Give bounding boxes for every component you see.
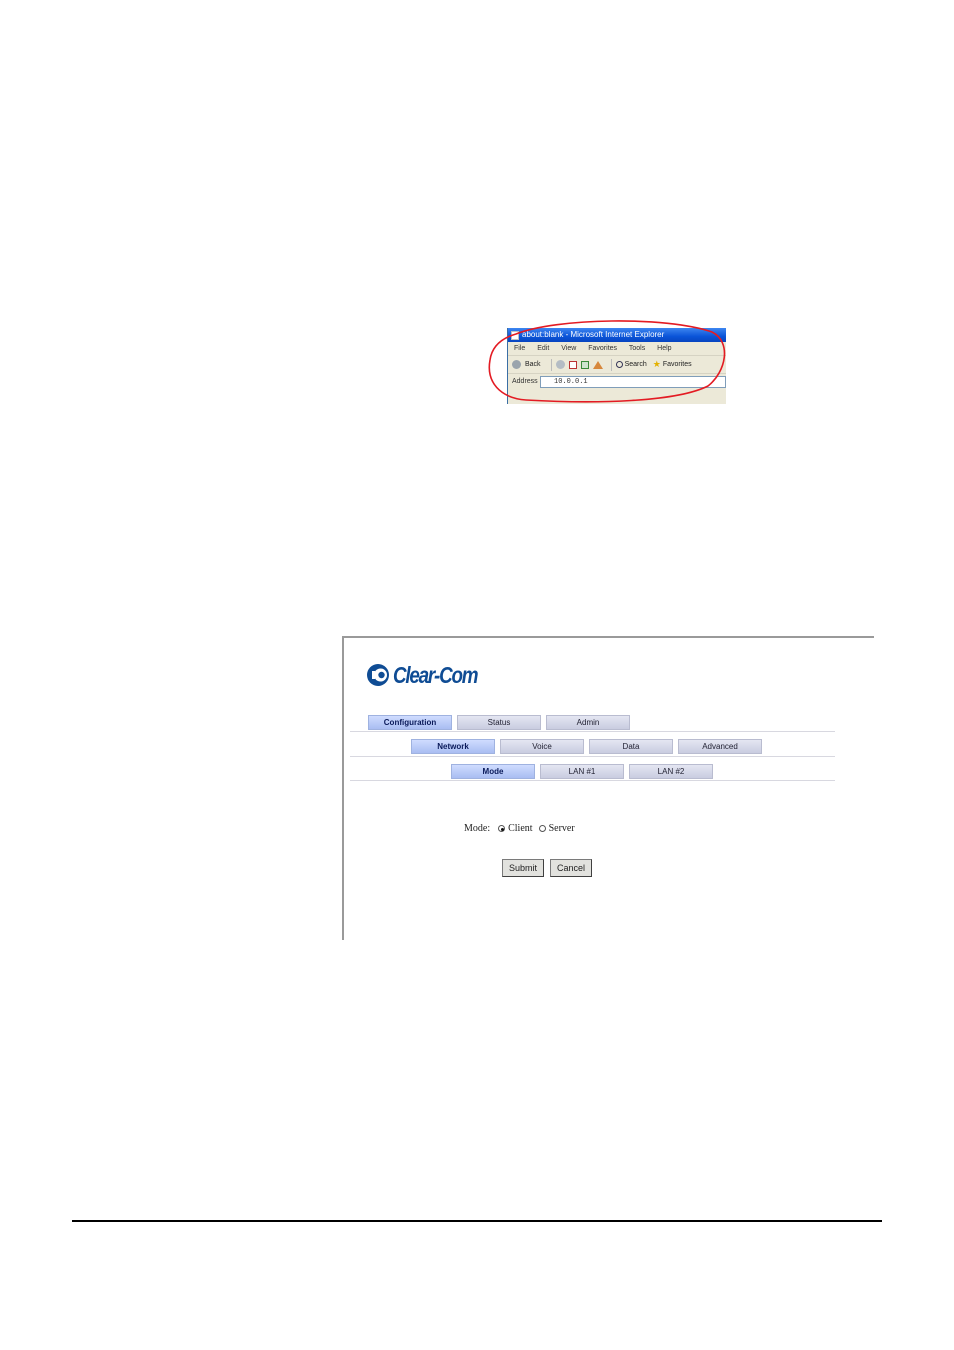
toolbar-divider bbox=[610, 358, 612, 371]
mode-label: Mode: bbox=[464, 823, 491, 834]
tab-row-divider bbox=[350, 756, 835, 757]
menu-file[interactable]: File bbox=[514, 345, 525, 352]
tab-advanced[interactable]: Advanced bbox=[678, 739, 762, 754]
submit-button[interactable]: Submit bbox=[502, 859, 545, 877]
ie-titlebar: about:blank - Microsoft Internet Explore… bbox=[508, 328, 726, 342]
cancel-button[interactable]: Cancel bbox=[550, 859, 593, 877]
tab-lan-2[interactable]: LAN #2 bbox=[629, 764, 713, 779]
tab-row-divider bbox=[350, 780, 835, 781]
server-radio[interactable] bbox=[538, 825, 546, 832]
ie-addressbar: Address 10.0.0.1 bbox=[508, 374, 726, 389]
tab-network[interactable]: Network bbox=[411, 739, 495, 754]
server-radio-label[interactable]: Server bbox=[549, 823, 575, 834]
clearcom-logo-icon bbox=[367, 664, 389, 686]
client-radio[interactable] bbox=[498, 825, 506, 832]
address-input[interactable]: 10.0.0.1 bbox=[540, 375, 726, 388]
refresh-icon[interactable] bbox=[580, 360, 589, 369]
forward-arrow-icon[interactable] bbox=[555, 360, 565, 369]
ie-screenshot: about:blank - Microsoft Internet Explore… bbox=[486, 316, 730, 404]
home-icon[interactable] bbox=[592, 360, 603, 369]
tab-data[interactable]: Data bbox=[589, 739, 673, 754]
tab-row-divider bbox=[350, 731, 835, 732]
ie-window: about:blank - Microsoft Internet Explore… bbox=[507, 328, 726, 404]
clearcom-logo-text: Clear-Com bbox=[393, 661, 479, 688]
toolbar-divider bbox=[550, 358, 552, 371]
ie-window-title: about:blank - Microsoft Internet Explore… bbox=[522, 330, 665, 339]
tab-lan-1[interactable]: LAN #1 bbox=[540, 764, 624, 779]
tab-configuration[interactable]: Configuration bbox=[368, 715, 452, 730]
search-icon[interactable] bbox=[615, 361, 623, 368]
clearcom-web-ui: Clear-Com Configuration Status Admin Net… bbox=[342, 636, 874, 940]
page-footer-rule bbox=[72, 1220, 882, 1222]
address-label: Address bbox=[512, 378, 538, 385]
favorites-star-icon[interactable]: ★ bbox=[653, 356, 661, 373]
top-tab-row: Configuration Status Admin bbox=[368, 715, 635, 731]
back-arrow-icon[interactable] bbox=[512, 360, 521, 369]
tab-status[interactable]: Status bbox=[457, 715, 541, 730]
menu-view[interactable]: View bbox=[561, 345, 576, 352]
page-icon bbox=[511, 330, 519, 340]
clearcom-logo: Clear-Com bbox=[366, 660, 496, 690]
subsection-tab-row: Mode LAN #1 LAN #2 bbox=[451, 764, 718, 780]
ie-menubar: File Edit View Favorites Tools Help bbox=[508, 342, 726, 356]
menu-help[interactable]: Help bbox=[657, 345, 671, 352]
back-button-label[interactable]: Back bbox=[525, 356, 541, 373]
menu-tools[interactable]: Tools bbox=[629, 345, 645, 352]
search-button-label[interactable]: Search bbox=[625, 356, 647, 373]
client-radio-label[interactable]: Client bbox=[508, 823, 532, 834]
mode-selector: Mode: Client Server bbox=[464, 823, 581, 834]
tab-mode[interactable]: Mode bbox=[451, 764, 535, 779]
tab-admin[interactable]: Admin bbox=[546, 715, 630, 730]
section-tab-row: Network Voice Data Advanced bbox=[411, 739, 767, 755]
menu-edit[interactable]: Edit bbox=[537, 345, 549, 352]
stop-icon[interactable] bbox=[568, 360, 577, 369]
menu-favorites[interactable]: Favorites bbox=[588, 345, 617, 352]
favorites-button-label[interactable]: Favorites bbox=[663, 356, 692, 373]
form-buttons: Submit Cancel bbox=[502, 859, 598, 877]
ie-toolbar: Back Search ★ Favorites bbox=[508, 356, 726, 374]
tab-voice[interactable]: Voice bbox=[500, 739, 584, 754]
